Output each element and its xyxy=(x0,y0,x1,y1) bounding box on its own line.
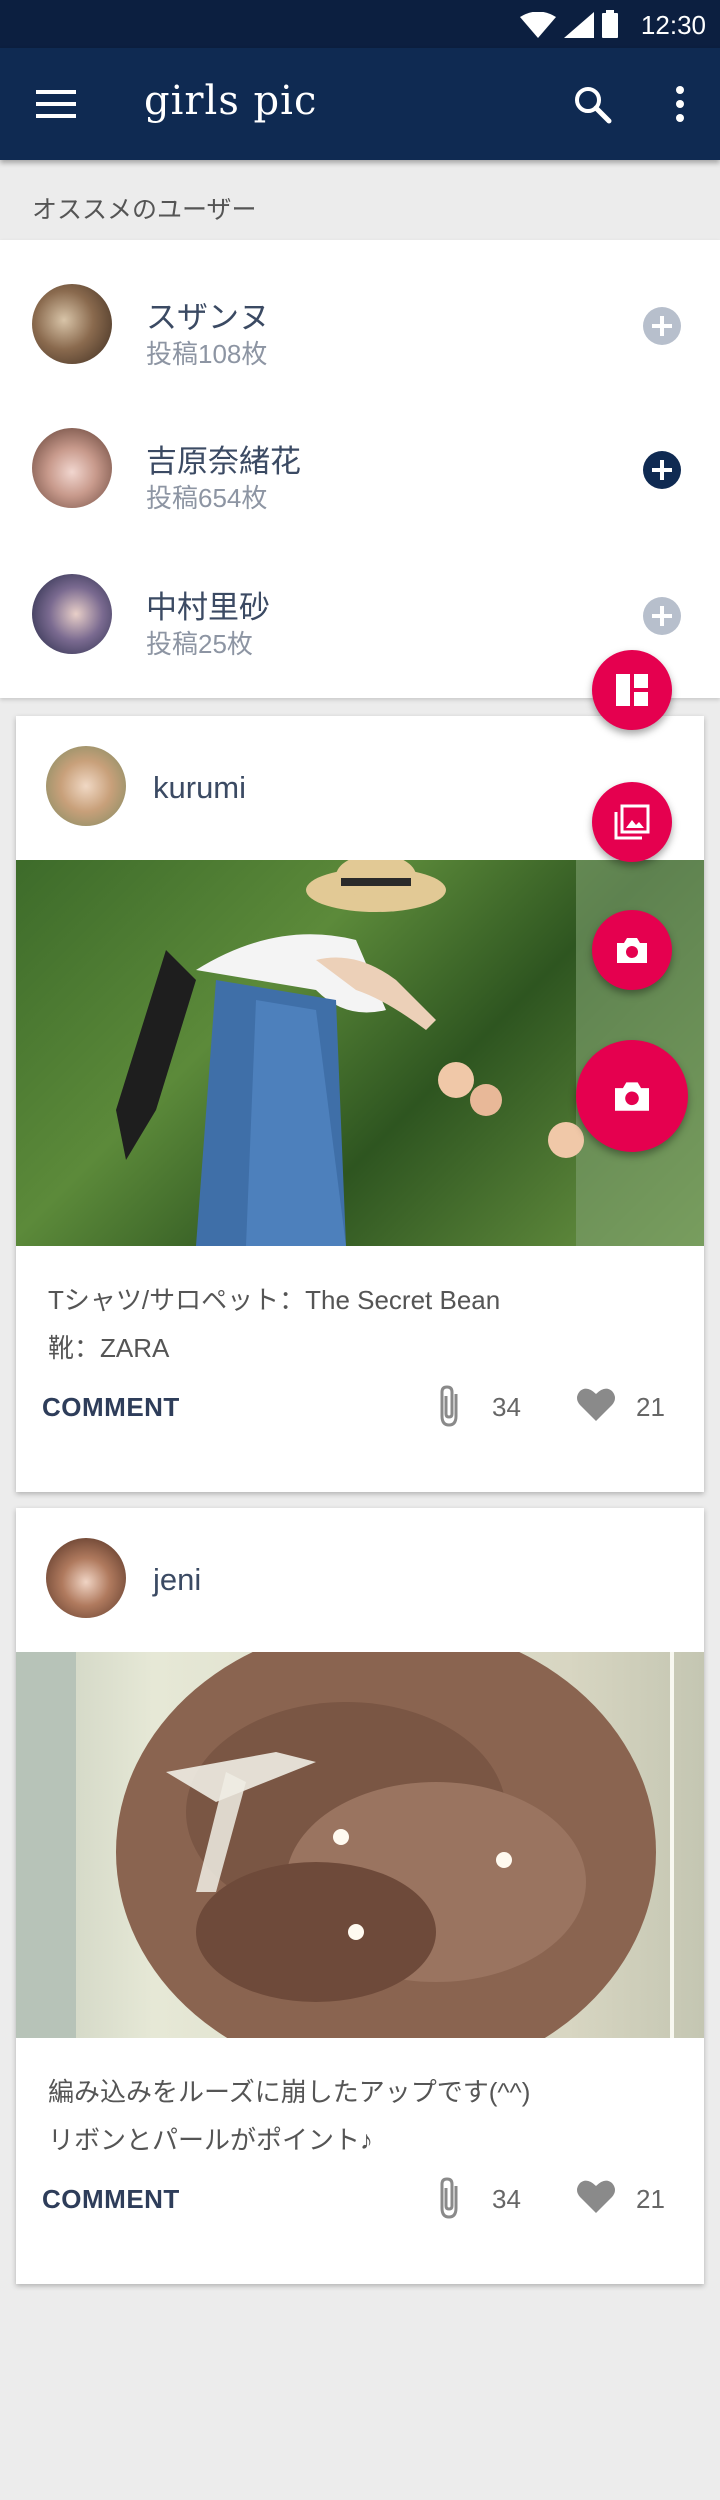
post-description: 編み込みをルーズに崩したアップです(^^) リボンとパールがポイント♪ xyxy=(48,2068,530,2164)
post-card[interactable]: jeni 編み込みをルーズに崩したアップです(^^) リボンとパールがポイント♪… xyxy=(16,1508,704,2284)
clip-count: 34 xyxy=(492,2184,521,2214)
follow-add-icon[interactable] xyxy=(642,450,682,490)
post-user-name[interactable]: jeni xyxy=(153,1562,201,1598)
follow-add-icon[interactable] xyxy=(642,306,682,346)
recommend-user-list: スザンヌ 投稿108枚 吉原奈緒花 投稿654枚 中村里砂 投稿25枚 xyxy=(0,240,720,698)
post-description-line: 編み込みをルーズに崩したアップです(^^) xyxy=(48,2077,531,2107)
fab-camera-small-button[interactable] xyxy=(592,910,672,990)
avatar xyxy=(46,1538,126,1618)
post-description-line: Tシャツ/サロペット：The Secret Bean xyxy=(48,1285,501,1315)
more-vert-icon[interactable] xyxy=(670,84,690,124)
comment-button[interactable]: COMMENT xyxy=(42,1392,180,1423)
heart-icon[interactable] xyxy=(576,2178,616,2214)
post-user-name[interactable]: kurumi xyxy=(153,770,246,806)
post-description-line: リボンとパールがポイント♪ xyxy=(48,2125,374,2155)
status-bar: 12:30 xyxy=(0,0,720,48)
post-description: Tシャツ/サロペット：The Secret Bean 靴：ZARA xyxy=(48,1276,500,1372)
battery-icon xyxy=(602,10,618,38)
post-photo[interactable] xyxy=(16,1652,704,2038)
dashboard-icon xyxy=(616,674,648,706)
user-post-count: 投稿108枚 xyxy=(146,339,268,369)
fab-main-camera-button[interactable] xyxy=(576,1040,688,1152)
post-description-line: 靴：ZARA xyxy=(48,1333,170,1363)
user-name: 吉原奈緒花 xyxy=(146,444,301,479)
user-name: 中村里砂 xyxy=(146,590,270,625)
recommend-user-item[interactable]: スザンヌ 投稿108枚 xyxy=(0,240,720,380)
heart-icon[interactable] xyxy=(576,1386,616,1422)
menu-icon[interactable] xyxy=(36,88,76,120)
app-bar: girls pic xyxy=(0,48,720,160)
attachment-clip-icon[interactable] xyxy=(436,1384,462,1428)
recommend-section-label: オススメのユーザー xyxy=(32,196,257,224)
photo-library-icon xyxy=(614,804,650,840)
fab-dashboard-button[interactable] xyxy=(592,650,672,730)
clip-count: 34 xyxy=(492,1392,521,1422)
recommend-user-item[interactable]: 中村里砂 投稿25枚 xyxy=(0,530,720,670)
wifi-icon xyxy=(520,12,556,38)
avatar xyxy=(46,746,126,826)
user-post-count: 投稿25枚 xyxy=(146,629,253,659)
like-count: 21 xyxy=(636,1392,665,1422)
follow-add-icon[interactable] xyxy=(642,596,682,636)
like-count: 21 xyxy=(636,2184,665,2214)
comment-button[interactable]: COMMENT xyxy=(42,2184,180,2215)
avatar xyxy=(32,574,112,654)
user-name: スザンヌ xyxy=(146,300,270,335)
user-post-count: 投稿654枚 xyxy=(146,483,268,513)
recommend-user-item[interactable]: 吉原奈緒花 投稿654枚 xyxy=(0,384,720,524)
app-title: girls pic xyxy=(144,78,318,124)
camera-icon xyxy=(615,1082,649,1111)
attachment-clip-icon[interactable] xyxy=(436,2176,462,2220)
fab-gallery-button[interactable] xyxy=(592,782,672,862)
hairstyle-photo-illustration xyxy=(16,1652,674,2038)
avatar xyxy=(32,284,112,364)
camera-icon xyxy=(617,938,647,963)
avatar xyxy=(32,428,112,508)
status-time: 12:30 xyxy=(640,10,706,40)
signal-icon xyxy=(564,12,594,38)
search-icon[interactable] xyxy=(572,84,612,124)
